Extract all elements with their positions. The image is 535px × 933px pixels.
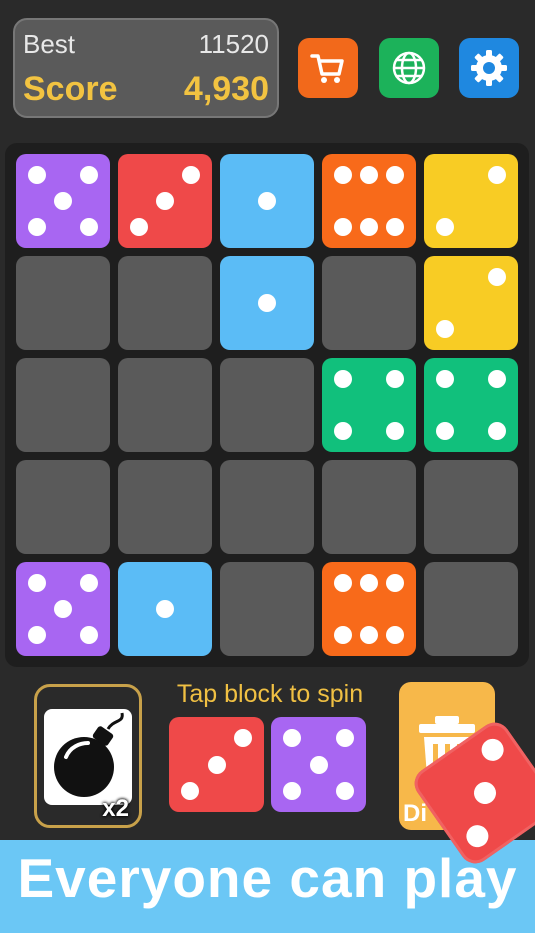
banner-text: Everyone can play — [17, 847, 518, 909]
empty-cell[interactable] — [220, 562, 314, 656]
die-pip — [462, 820, 493, 852]
board-die-2[interactable] — [424, 256, 518, 350]
die-pip — [333, 369, 352, 388]
shop-button[interactable] — [298, 38, 358, 98]
board-die-1[interactable] — [220, 256, 314, 350]
score-panel: Best 11520 Score 4,930 — [13, 18, 279, 118]
board-die-4[interactable] — [322, 358, 416, 452]
die-pip — [27, 626, 46, 645]
game-board — [5, 143, 529, 667]
die-pip — [360, 573, 378, 592]
empty-cell[interactable] — [424, 460, 518, 554]
empty-cell[interactable] — [16, 358, 110, 452]
die-pip — [180, 782, 199, 801]
board-die-5[interactable] — [16, 154, 110, 248]
next-piece-die-5[interactable] — [271, 717, 366, 812]
trash-label: Di — [403, 800, 427, 827]
die-pip — [477, 734, 508, 766]
cart-icon — [310, 54, 344, 83]
bomb-tile — [44, 709, 132, 805]
die-pip — [333, 422, 352, 441]
promo-banner: Everyone can play — [0, 840, 535, 933]
language-button[interactable] — [379, 38, 439, 98]
die-pip — [333, 573, 352, 592]
die-pip — [333, 165, 352, 184]
die-pip — [234, 728, 253, 747]
die-pip — [386, 369, 405, 388]
best-label: Best — [23, 29, 76, 59]
score-value: 4,930 — [183, 70, 269, 108]
bomb-count: x2 — [102, 795, 129, 822]
bomb-icon — [54, 712, 124, 797]
die-pip — [435, 369, 454, 388]
die-pip — [156, 192, 174, 210]
die-pip — [435, 422, 454, 441]
die-pip — [386, 626, 405, 645]
gear-icon — [471, 50, 507, 86]
die-pip — [27, 573, 46, 592]
die-pip — [54, 192, 72, 210]
die-pip — [80, 165, 99, 184]
bomb-powerup-button[interactable]: x2 — [34, 684, 142, 828]
score-label: Score — [23, 70, 118, 108]
die-pip — [207, 755, 226, 774]
die-pip — [333, 218, 352, 237]
die-pip — [386, 165, 405, 184]
die-pip — [386, 218, 405, 237]
die-pip — [54, 600, 72, 618]
die-pip — [80, 218, 99, 237]
die-pip — [435, 320, 454, 339]
die-pip — [336, 782, 355, 801]
board-die-1[interactable] — [118, 562, 212, 656]
empty-cell[interactable] — [220, 358, 314, 452]
board-die-5[interactable] — [16, 562, 110, 656]
board-die-2[interactable] — [424, 154, 518, 248]
die-pip — [333, 626, 352, 645]
die-pip — [360, 218, 378, 237]
empty-cell[interactable] — [424, 562, 518, 656]
die-pip — [282, 728, 301, 747]
die-pip — [258, 192, 276, 210]
die-pip — [488, 267, 507, 286]
board-die-3[interactable] — [118, 154, 212, 248]
empty-cell[interactable] — [118, 460, 212, 554]
empty-cell[interactable] — [16, 460, 110, 554]
die-pip — [182, 165, 201, 184]
empty-cell[interactable] — [322, 256, 416, 350]
best-value: 11520 — [198, 29, 269, 59]
die-pip — [156, 600, 174, 618]
board-die-1[interactable] — [220, 154, 314, 248]
hint-text: Tap block to spin — [176, 680, 364, 708]
globe-icon — [392, 51, 426, 85]
die-pip — [488, 369, 507, 388]
die-pip — [80, 573, 99, 592]
die-pip — [336, 728, 355, 747]
die-pip — [309, 755, 328, 774]
board-die-6[interactable] — [322, 562, 416, 656]
empty-cell[interactable] — [220, 460, 314, 554]
die-pip — [435, 218, 454, 237]
die-pip — [80, 626, 99, 645]
die-pip — [360, 626, 378, 645]
die-pip — [360, 165, 378, 184]
die-pip — [488, 422, 507, 441]
die-pip — [27, 165, 46, 184]
die-pip — [27, 218, 46, 237]
board-die-4[interactable] — [424, 358, 518, 452]
die-pip — [258, 294, 276, 312]
die-pip — [129, 218, 148, 237]
empty-cell[interactable] — [118, 358, 212, 452]
empty-cell[interactable] — [322, 460, 416, 554]
die-pip — [488, 165, 507, 184]
die-pip — [386, 422, 405, 441]
next-piece-die-3[interactable] — [169, 717, 264, 812]
die-pip — [469, 777, 501, 809]
die-pip — [282, 782, 301, 801]
settings-button[interactable] — [459, 38, 519, 98]
board-die-6[interactable] — [322, 154, 416, 248]
empty-cell[interactable] — [16, 256, 110, 350]
empty-cell[interactable] — [118, 256, 212, 350]
die-pip — [386, 573, 405, 592]
